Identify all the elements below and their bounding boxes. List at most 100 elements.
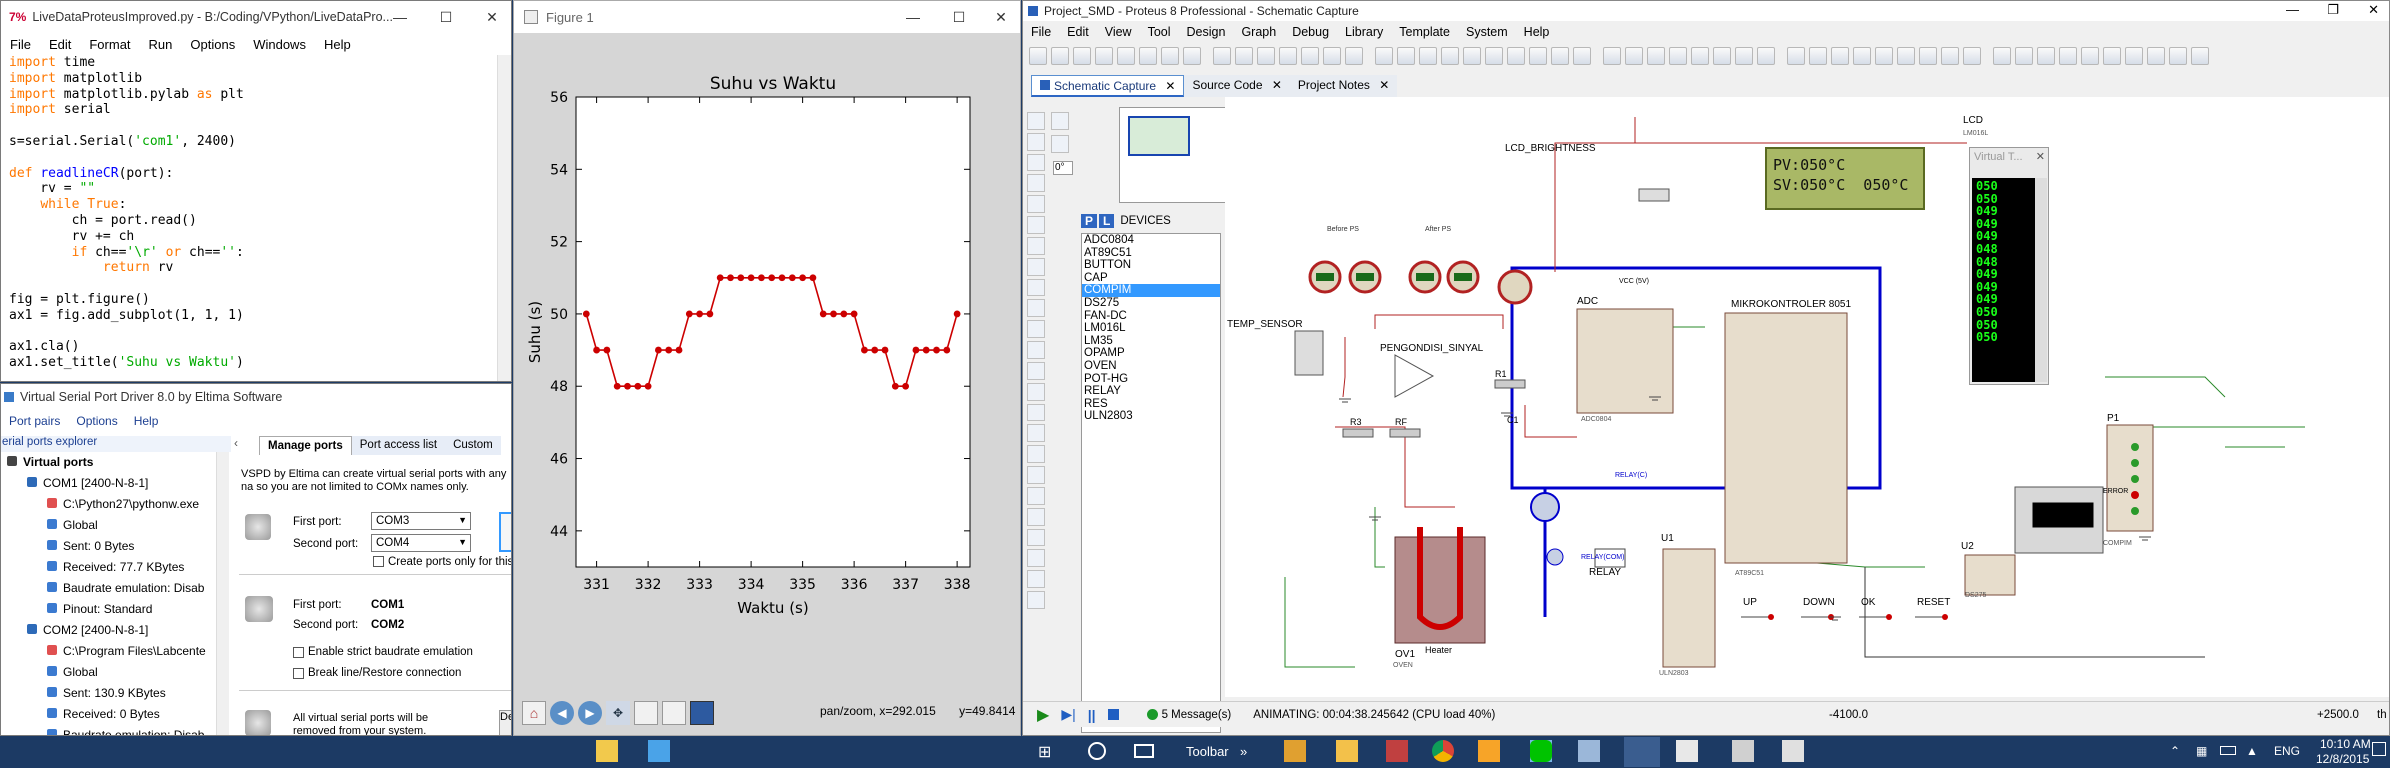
tree-item[interactable]: Global bbox=[1, 515, 229, 536]
terminal-scrollbar[interactable] bbox=[2035, 178, 2047, 382]
close-icon[interactable]: ✕ bbox=[2036, 150, 2045, 163]
mode-tool-icon[interactable] bbox=[1027, 466, 1045, 484]
taskbar-app-icon[interactable] bbox=[1478, 740, 1500, 762]
device-list-item[interactable]: LM016L bbox=[1082, 322, 1220, 335]
taskbar-app-icon[interactable] bbox=[1782, 740, 1804, 762]
menu-item[interactable]: Library bbox=[1337, 25, 1391, 39]
toolbar-button-icon[interactable] bbox=[1529, 47, 1547, 65]
toolbar-button-icon[interactable] bbox=[1117, 47, 1135, 65]
toolbar-button-icon[interactable] bbox=[2147, 47, 2165, 65]
device-list-item[interactable]: COMPIM bbox=[1082, 284, 1220, 297]
clock-date[interactable]: 12/8/2015 bbox=[2316, 752, 2369, 766]
maximize-button[interactable]: ❐ bbox=[2327, 2, 2339, 18]
toolbar-button-icon[interactable] bbox=[1301, 47, 1319, 65]
back-icon[interactable]: ◀ bbox=[550, 701, 574, 725]
toolbar-button-icon[interactable] bbox=[1603, 47, 1621, 65]
language-indicator[interactable]: ENG bbox=[2274, 744, 2300, 758]
editor-scrollbar[interactable] bbox=[497, 55, 511, 381]
toolbar-button-icon[interactable] bbox=[1235, 47, 1253, 65]
battery-icon[interactable] bbox=[2220, 746, 2236, 755]
virtual-terminal-window[interactable]: Virtual T... ✕ 050 050 049 049 049 048 048 049 0… bbox=[1969, 147, 2049, 385]
toolbar-label[interactable]: Toolbar bbox=[1186, 744, 1229, 759]
menu-item[interactable]: Graph bbox=[1233, 25, 1284, 39]
taskbar-app-icon[interactable] bbox=[1386, 740, 1408, 762]
menu-item[interactable]: View bbox=[1097, 25, 1140, 39]
mode-tool-icon[interactable] bbox=[1027, 236, 1045, 255]
tree-item[interactable]: Received: 0 Bytes bbox=[1, 704, 229, 725]
mode-tool-icon[interactable] bbox=[1027, 132, 1045, 151]
toolbar-button-icon[interactable] bbox=[1183, 47, 1201, 65]
device-list-item[interactable]: BUTTON bbox=[1082, 259, 1220, 272]
toolbar-button-icon[interactable] bbox=[1551, 47, 1569, 65]
device-list-item[interactable]: ULN2803 bbox=[1082, 410, 1220, 423]
taskbar-app-icon[interactable] bbox=[1336, 740, 1358, 762]
mode-tool-icon[interactable] bbox=[1027, 486, 1045, 505]
library-button[interactable]: L bbox=[1099, 214, 1115, 228]
minimize-button[interactable]: — bbox=[890, 1, 936, 33]
mode-tool-icon[interactable] bbox=[1027, 361, 1045, 380]
tree-item[interactable]: Global bbox=[1, 662, 229, 683]
create-only-checkbox[interactable] bbox=[373, 556, 384, 567]
search-icon[interactable] bbox=[1088, 742, 1106, 760]
notification-icon[interactable] bbox=[2372, 742, 2386, 756]
toolbar-button-icon[interactable] bbox=[1757, 47, 1775, 65]
toolbar-button-icon[interactable] bbox=[1897, 47, 1915, 65]
first-port-select[interactable]: COM3 ▼ bbox=[371, 512, 471, 530]
forward-icon[interactable]: ▶ bbox=[578, 701, 602, 725]
tree-item[interactable]: Pinout: Standard bbox=[1, 599, 229, 620]
tab-custom[interactable]: Custom bbox=[445, 436, 501, 455]
tree-item[interactable]: Sent: 0 Bytes bbox=[1, 536, 229, 557]
toolbar-button-icon[interactable] bbox=[1463, 47, 1481, 65]
device-list-item[interactable]: CAP bbox=[1082, 272, 1220, 285]
menu-port-pairs[interactable]: Port pairs bbox=[1, 414, 68, 428]
close-icon[interactable]: ✕ bbox=[1165, 79, 1175, 93]
device-list-item[interactable]: ADC0804 bbox=[1082, 234, 1220, 247]
toolbar-button-icon[interactable] bbox=[1051, 47, 1069, 65]
add-pair-button[interactable] bbox=[499, 512, 511, 552]
mode-tool-icon[interactable] bbox=[1027, 403, 1045, 422]
step-icon[interactable]: ▶| bbox=[1061, 706, 1075, 723]
menu-item[interactable]: Format bbox=[80, 37, 139, 52]
tree-item[interactable]: Baudrate emulation: Disab bbox=[1, 725, 229, 735]
toolbar-button-icon[interactable] bbox=[1397, 47, 1415, 65]
line-icon[interactable] bbox=[1530, 740, 1552, 762]
mode-tool-icon[interactable] bbox=[1027, 570, 1045, 589]
toolbar-button-icon[interactable] bbox=[1485, 47, 1503, 65]
toolbar-button-icon[interactable] bbox=[1625, 47, 1643, 65]
messages-count[interactable]: 5 Message(s) bbox=[1162, 709, 1232, 721]
device-list-item[interactable]: LM35 bbox=[1082, 335, 1220, 348]
mode-tool-icon[interactable] bbox=[1027, 549, 1045, 568]
close-icon[interactable]: ✕ bbox=[1379, 78, 1389, 92]
mode-tool-icon[interactable] bbox=[1027, 299, 1045, 318]
second-port-select[interactable]: COM4 ▼ bbox=[371, 534, 471, 552]
mode-tool-icon[interactable] bbox=[1027, 341, 1045, 359]
toolbar-button-icon[interactable] bbox=[1735, 47, 1753, 65]
menu-item[interactable]: Tool bbox=[1140, 25, 1179, 39]
home-icon[interactable]: ⌂ bbox=[522, 701, 546, 725]
toolbar-button-icon[interactable] bbox=[1919, 47, 1937, 65]
taskbar-app-icon[interactable] bbox=[596, 740, 618, 762]
menu-item[interactable]: File bbox=[1023, 25, 1059, 39]
close-button[interactable]: ✕ bbox=[2368, 2, 2379, 18]
pause-icon[interactable]: || bbox=[1088, 707, 1096, 723]
toolbar-button-icon[interactable] bbox=[1647, 47, 1665, 65]
menu-item[interactable]: Help bbox=[315, 37, 360, 52]
toolbar-button-icon[interactable] bbox=[1691, 47, 1709, 65]
toolbar-button-icon[interactable] bbox=[1831, 47, 1849, 65]
device-list-item[interactable]: POT-HG bbox=[1082, 373, 1220, 386]
taskbar-app-icon[interactable] bbox=[1578, 740, 1600, 762]
toolbar-button-icon[interactable] bbox=[1669, 47, 1687, 65]
toolbar-button-icon[interactable] bbox=[2037, 47, 2055, 65]
mode-tool-icon[interactable] bbox=[1027, 320, 1045, 339]
start-button[interactable]: ⊞ bbox=[1038, 742, 1058, 762]
toolbar-button-icon[interactable] bbox=[1345, 47, 1363, 65]
tree-item[interactable]: COM2 [2400-N-8-1] bbox=[1, 620, 229, 641]
toolbar-button-icon[interactable] bbox=[2191, 47, 2209, 65]
toolbar-button-icon[interactable] bbox=[1713, 47, 1731, 65]
toolbar-button-icon[interactable] bbox=[1257, 47, 1275, 65]
tree-item[interactable]: Virtual ports bbox=[1, 452, 229, 473]
toolbar-button-icon[interactable] bbox=[1441, 47, 1459, 65]
taskbar-app-icon-active[interactable] bbox=[1624, 737, 1660, 767]
menu-item[interactable]: System bbox=[1458, 25, 1516, 39]
tray-up-icon[interactable]: ⌃ bbox=[2170, 744, 2180, 758]
